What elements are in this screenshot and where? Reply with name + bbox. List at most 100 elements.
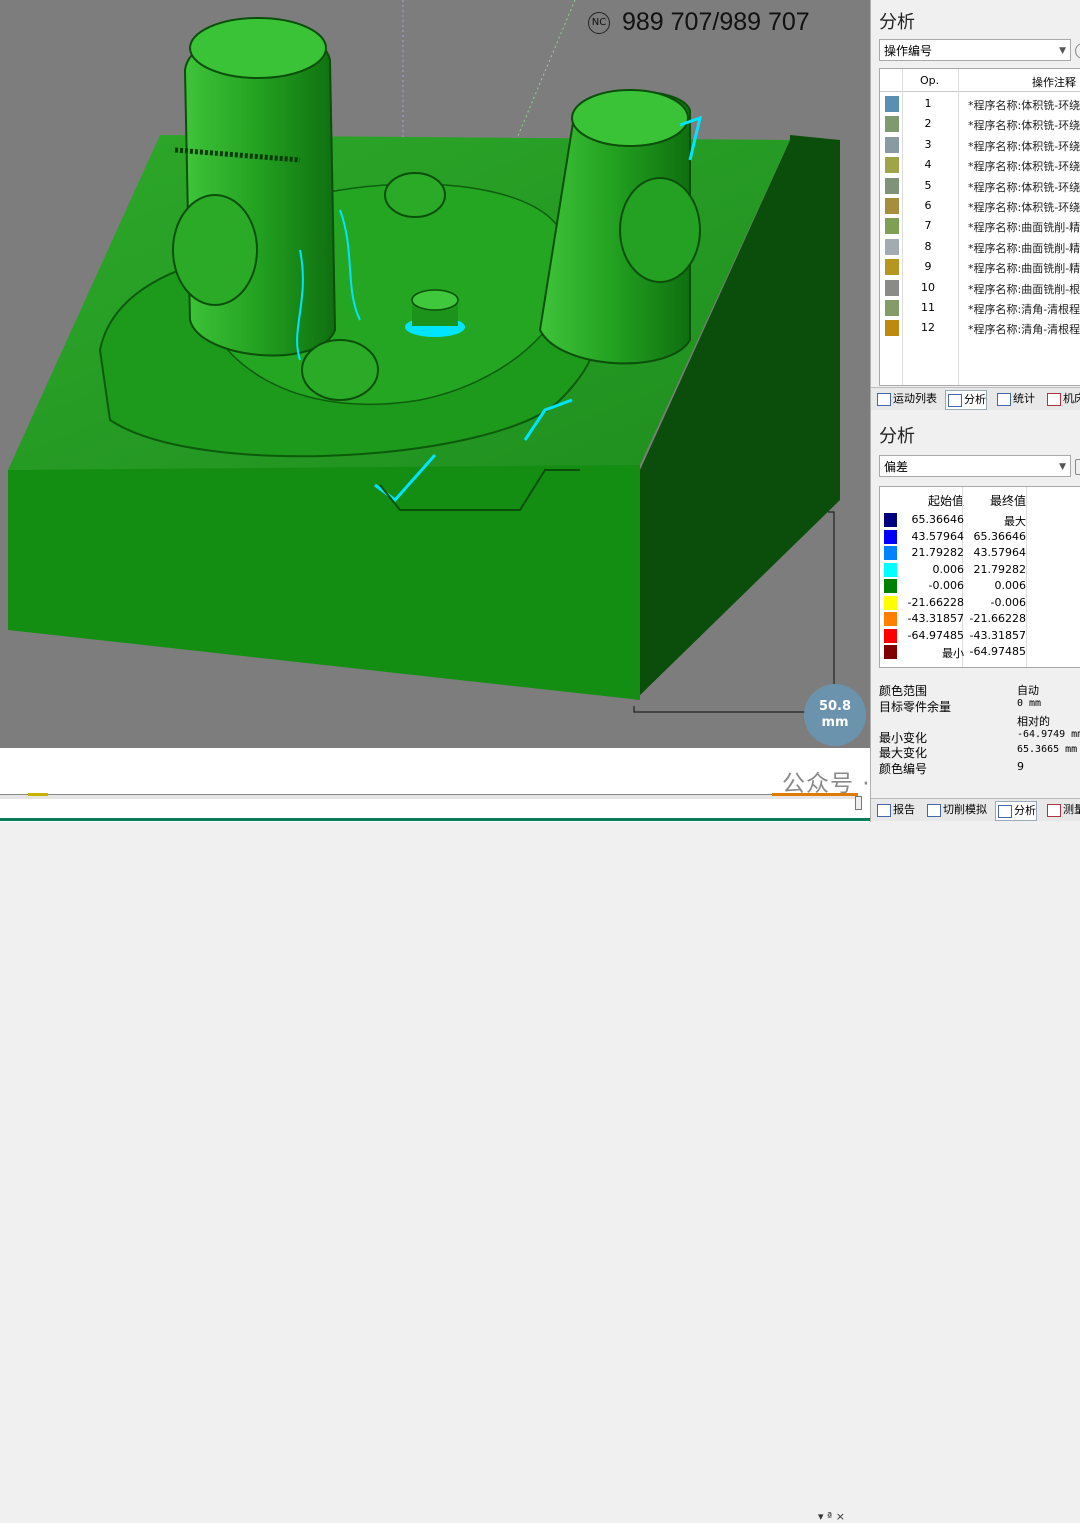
scale-value: 50.8 (818, 699, 852, 714)
operation-row[interactable]: 7 *程序名称:曲面铣削-精 (880, 216, 1080, 236)
operation-number: 11 (921, 301, 935, 314)
settings-icon[interactable] (1075, 459, 1080, 475)
operation-row[interactable]: 4 *程序名称:体积铣-环绕 (880, 155, 1080, 175)
property-value: 自动 (1017, 684, 1039, 697)
tab-label: 分析 (964, 393, 986, 406)
operation-number: 12 (921, 321, 935, 335)
operation-color-swatch (885, 259, 899, 276)
deviation-end-value: 65.36646 (973, 529, 1027, 543)
operation-number: 8 (924, 239, 932, 253)
operation-row[interactable]: 12 *程序名称:清角-清根程 (880, 318, 1080, 338)
operation-comment: *程序名称:体积铣-环绕 (968, 119, 1080, 133)
property-row[interactable]: 颜色范围 自动 (879, 682, 1080, 698)
operations-table-header: Op. 操作注释 (880, 69, 1080, 92)
operation-comment: *程序名称:曲面铣削-精 (968, 221, 1080, 235)
viewport-nav-controls[interactable]: ▾ ª × (818, 1510, 845, 1523)
operation-color-swatch (885, 96, 899, 112)
scale-indicator: 50.8 mm (804, 684, 866, 746)
chevron-down-icon: ▼ (1059, 46, 1066, 56)
coordinate-readout: NC 989 707/989 707 (588, 8, 810, 37)
tab-cut-simulation[interactable]: 切削模拟 (925, 801, 987, 819)
nc-icon: NC (588, 11, 610, 34)
deviation-row[interactable]: -64.97485 -43.31857 (880, 628, 1080, 645)
property-key: 目标零件余量 (879, 699, 952, 714)
operation-comment: *程序名称:清角-清根程 (968, 323, 1080, 337)
deviation-end-value: -43.31857 (969, 628, 1026, 642)
operation-number: 1 (924, 97, 932, 110)
timeline-slider-handle[interactable] (855, 796, 862, 810)
tab-report[interactable]: 报告 (875, 801, 915, 819)
deviation-color-swatch (884, 645, 897, 659)
deviation-row[interactable]: -0.006 0.006 (880, 578, 1080, 595)
operation-number: 4 (924, 158, 932, 172)
operation-color-swatch (885, 238, 899, 255)
property-value: 相对的 (1017, 715, 1050, 729)
operation-row[interactable]: 10 *程序名称:曲面铣削-根 (880, 278, 1080, 298)
tab-analysis[interactable]: 分析 (945, 390, 987, 410)
property-value: -64.9749 mm (1017, 728, 1080, 740)
operation-color-swatch (885, 177, 899, 194)
property-row[interactable]: 相对的 (879, 713, 1080, 729)
bar-chart-icon (997, 393, 1011, 406)
operation-row[interactable]: 5 *程序名称:体积铣-环绕 (880, 176, 1080, 196)
operation-row[interactable]: 8 *程序名称:曲面铣削-精 (880, 237, 1080, 257)
tab-motion-list[interactable]: 运动列表 (875, 390, 937, 408)
property-row[interactable]: 最小变化 -64.9749 mm (879, 729, 1080, 745)
deviation-start-value: -0.006 (928, 579, 964, 592)
tab-label: 切削模拟 (943, 803, 987, 816)
tab-machine[interactable]: 机床 (1045, 390, 1080, 408)
deviation-select[interactable]: 偏差 ▼ (879, 455, 1071, 477)
operations-table: Op. 操作注释 1 *程序名称:体积铣-环绕 2 *程序名称:体积铣-环绕 3 *程序名… (879, 68, 1080, 386)
deviation-row[interactable]: -43.31857 -21.66228 (880, 611, 1080, 628)
simulation-timeline[interactable] (0, 794, 858, 799)
operation-row[interactable]: 3 *程序名称:体积铣-环绕 (880, 135, 1080, 155)
property-row[interactable]: 颜色编号 9 (879, 760, 1080, 776)
deviation-select-value: 偏差 (884, 460, 909, 474)
column-end: 最终值 (989, 494, 1026, 508)
top-tab-bar: 运动列表 分析 统计 机床 (871, 387, 1080, 410)
property-row[interactable]: 目标零件余量 0 mm (879, 698, 1080, 714)
chevron-down-icon: ▼ (1059, 462, 1066, 472)
operation-row[interactable]: 2 *程序名称:体积铣-环绕 (880, 114, 1080, 134)
refresh-icon[interactable] (1075, 43, 1080, 59)
operation-color-swatch (885, 320, 899, 337)
tab-label: 运动列表 (893, 392, 937, 405)
operation-comment: *程序名称:体积铣-环绕 (968, 201, 1080, 214)
report-icon (877, 804, 891, 817)
chevron-down-icon[interactable]: ▾ (818, 1510, 824, 1523)
operation-color-swatch (885, 300, 899, 316)
tab-measure[interactable]: 测量 (1045, 801, 1080, 819)
deviation-end-value: -0.006 (990, 595, 1026, 609)
deviation-row[interactable]: 43.57964 65.36646 (880, 529, 1080, 546)
nav-controls-text[interactable]: ª × (827, 1510, 845, 1523)
deviation-color-swatch (884, 562, 897, 577)
tab-analysis-bottom[interactable]: 分析 (995, 801, 1037, 821)
tab-label: 机床 (1063, 392, 1080, 405)
operation-row[interactable]: 9 *程序名称:曲面铣削-精 (880, 257, 1080, 277)
deviation-row[interactable]: 65.36646 最大 (880, 512, 1080, 529)
deviation-row[interactable]: 21.79282 43.57964 (880, 545, 1080, 562)
deviation-start-value: -43.31857 (907, 612, 964, 625)
simulation-viewport[interactable]: NC 989 707/989 707 50.8 mm (0, 0, 870, 748)
operation-number: 2 (924, 117, 932, 131)
coordinate-readout-text: 989 707/989 707 (622, 8, 810, 36)
deviation-row[interactable]: 0.006 21.79282 (880, 562, 1080, 579)
operation-row[interactable]: 11 *程序名称:清角-清根程 (880, 298, 1080, 318)
list-icon (877, 393, 891, 406)
deviation-row[interactable]: 最小 -64.97485 (880, 644, 1080, 661)
operation-row[interactable]: 6 *程序名称:体积铣-环绕 (880, 196, 1080, 216)
deviation-row[interactable]: -21.66228 -0.006 (880, 595, 1080, 612)
timeline-strip: ▾ ª × (0, 748, 870, 1523)
operation-number: 7 (924, 219, 932, 233)
operation-color-swatch (885, 279, 899, 296)
operation-comment: *程序名称:曲面铣削-根 (968, 282, 1080, 296)
tab-statistics[interactable]: 统计 (995, 390, 1035, 408)
analysis-mode-select[interactable]: 操作编号 ▼ (879, 39, 1071, 61)
deviation-end-value: 43.57964 (973, 546, 1027, 559)
property-row[interactable]: 最大变化 65.3665 mm (879, 744, 1080, 760)
tab-label: 测量 (1063, 803, 1080, 816)
measure-icon (1047, 804, 1061, 817)
deviation-end-value: -64.97485 (969, 645, 1026, 658)
operation-row[interactable]: 1 *程序名称:体积铣-环绕 (880, 94, 1080, 114)
property-key: 最大变化 (879, 746, 928, 761)
